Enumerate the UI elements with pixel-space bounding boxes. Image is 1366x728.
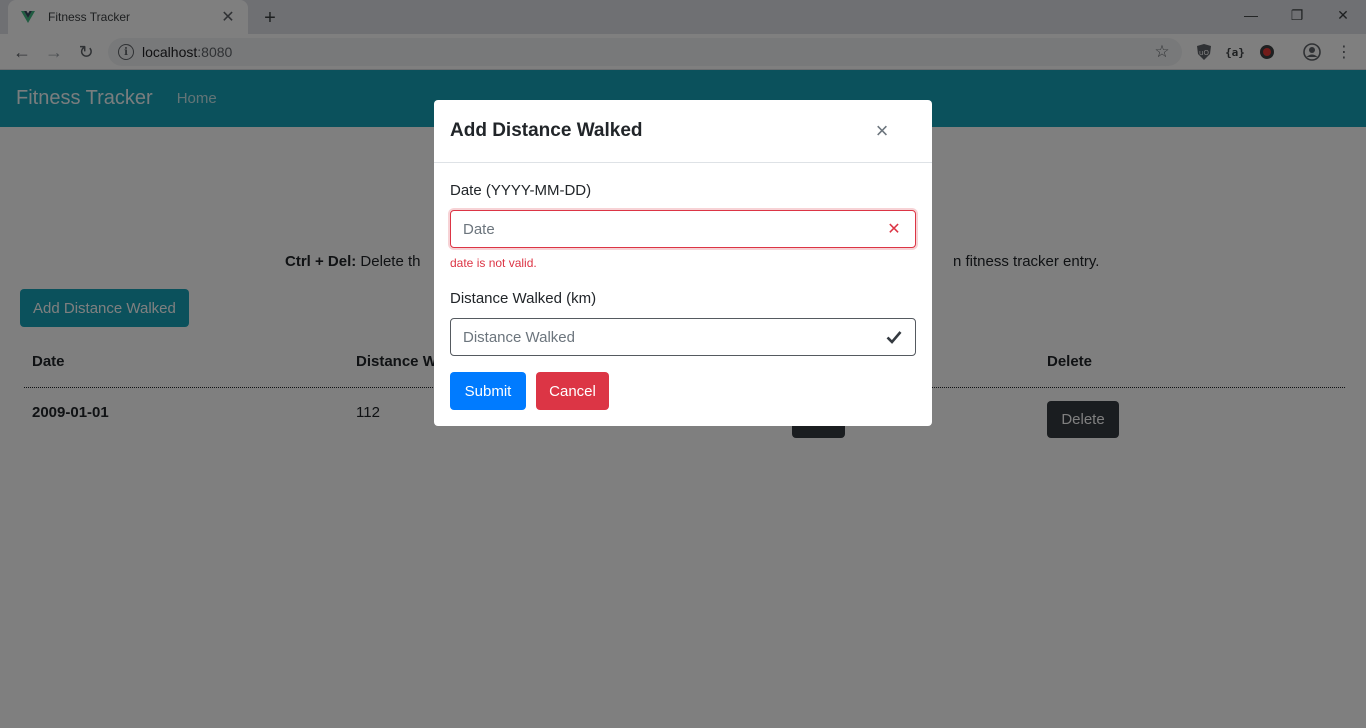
modal-title: Add Distance Walked xyxy=(450,120,643,141)
valid-check-icon xyxy=(885,328,903,346)
add-distance-modal: Add Distance Walked × Date (YYYY-MM-DD) … xyxy=(434,100,932,426)
date-label: Date (YYYY-MM-DD) xyxy=(450,182,592,199)
distance-label: Distance Walked (km) xyxy=(450,290,597,307)
close-icon[interactable]: × xyxy=(872,118,892,143)
date-error-message: date is not valid. xyxy=(450,256,537,270)
invalid-x-icon: ✕ xyxy=(887,221,901,238)
modal-header: Add Distance Walked × xyxy=(434,100,932,163)
date-input[interactable] xyxy=(463,220,885,238)
submit-button[interactable]: Submit xyxy=(450,372,526,410)
distance-input[interactable] xyxy=(463,328,885,346)
cancel-button[interactable]: Cancel xyxy=(536,372,609,410)
distance-field[interactable] xyxy=(450,318,916,356)
date-field[interactable]: ✕ xyxy=(450,210,916,248)
